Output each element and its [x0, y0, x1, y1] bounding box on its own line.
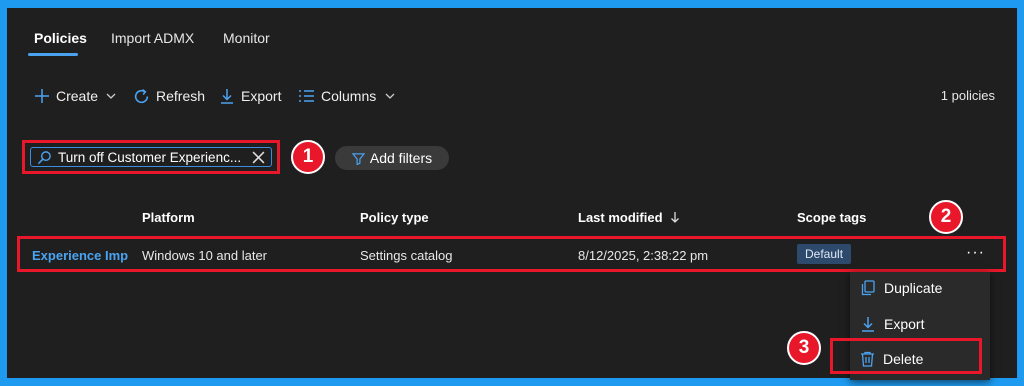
add-filters-label: Add filters — [369, 150, 433, 166]
policy-name-link[interactable]: Experience Improvement — [32, 248, 129, 263]
search-icon — [37, 150, 51, 164]
tab-import-admx[interactable]: Import ADMX — [111, 30, 194, 46]
annotation-badge-3: 3 — [787, 331, 821, 365]
refresh-label: Refresh — [156, 88, 206, 104]
policy-count: 1 policies — [940, 88, 995, 103]
cell-last-modified: 8/12/2025, 2:38:22 pm — [578, 248, 709, 263]
chevron-down-icon — [106, 93, 116, 99]
chevron-down-icon — [385, 93, 395, 99]
export-label: Export — [241, 88, 282, 104]
export-label: Export — [884, 316, 925, 332]
search-input[interactable]: Turn off Customer Experienc... — [30, 147, 272, 167]
annotation-badge-1: 1 — [291, 140, 325, 174]
refresh-icon — [134, 88, 149, 103]
scope-tag-badge: Default — [797, 244, 852, 264]
refresh-button[interactable]: Refresh — [133, 86, 205, 106]
sort-arrow-icon — [671, 212, 680, 223]
duplicate-icon — [861, 280, 875, 296]
tab-policies[interactable]: Policies — [34, 30, 87, 46]
last-modified-label: Last modified — [578, 210, 663, 225]
columns-label: Columns — [321, 88, 377, 104]
column-header-scope-tags[interactable]: Scope tags — [797, 210, 866, 225]
column-header-platform[interactable]: Platform — [142, 210, 195, 225]
filter-icon — [351, 152, 365, 165]
create-button[interactable]: Create — [34, 86, 117, 106]
create-label: Create — [56, 88, 99, 104]
menu-item-duplicate[interactable]: Duplicate — [860, 277, 942, 299]
menu-item-export[interactable]: Export — [860, 313, 924, 335]
active-tab-indicator — [28, 53, 78, 56]
column-header-last-modified[interactable]: Last modified — [578, 210, 680, 225]
duplicate-label: Duplicate — [884, 280, 943, 296]
tab-monitor[interactable]: Monitor — [223, 30, 270, 46]
annotation-badge-2: 2 — [929, 200, 963, 234]
clear-icon[interactable] — [252, 151, 265, 164]
download-icon — [862, 317, 874, 332]
download-icon — [221, 89, 233, 104]
export-button[interactable]: Export — [219, 86, 281, 106]
cell-policy-type: Settings catalog — [360, 248, 453, 263]
delete-highlight-box — [830, 338, 982, 374]
column-header-policy-type[interactable]: Policy type — [360, 210, 429, 225]
columns-button[interactable]: Columns — [298, 86, 396, 106]
columns-icon — [299, 90, 314, 102]
cell-platform: Windows 10 and later — [142, 248, 268, 263]
add-filters-button[interactable]: Add filters — [335, 146, 449, 170]
search-highlight-box: Turn off Customer Experienc... — [22, 140, 280, 174]
more-icon[interactable]: ··· — [966, 244, 985, 262]
plus-icon — [35, 89, 49, 103]
search-value: Turn off Customer Experienc... — [58, 149, 242, 165]
